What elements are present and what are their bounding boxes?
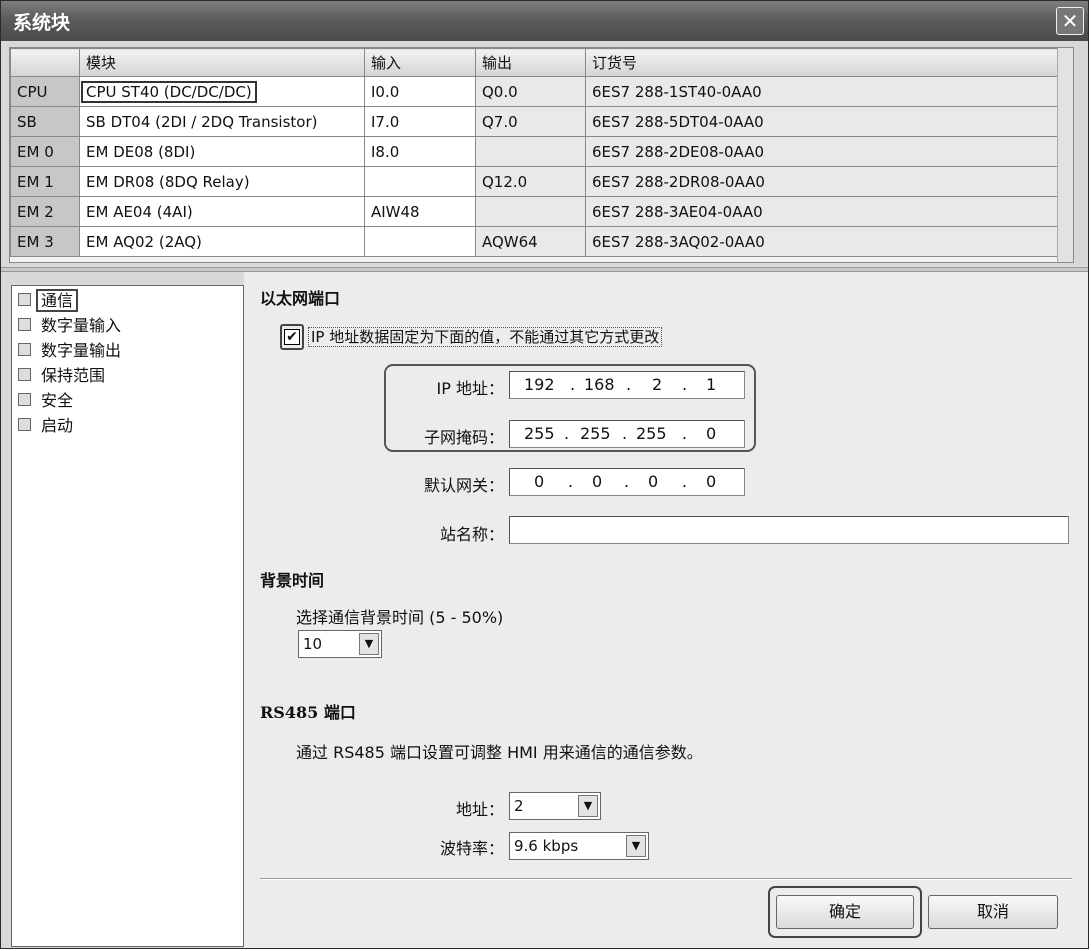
fixed-ip-checkbox-outline: ✔	[280, 324, 304, 350]
input-cell: AIW48	[364, 196, 476, 227]
chevron-down-icon[interactable]: ▼	[626, 835, 646, 857]
output-cell: Q7.0	[475, 106, 586, 137]
tree-check-icon	[18, 418, 31, 431]
chevron-down-icon[interactable]: ▼	[359, 633, 379, 655]
table-row[interactable]: CPU CPU ST40 (DC/DC/DC) I0.0 Q0.0 6ES7 2…	[10, 76, 1060, 107]
output-cell: AQW64	[475, 226, 586, 257]
title-bar[interactable]: 系统块 ✕	[1, 1, 1088, 41]
output-cell: Q0.0	[475, 76, 586, 107]
tree-check-icon	[18, 368, 31, 381]
input-cell: I0.0	[364, 76, 476, 107]
header-module: 模块	[79, 48, 365, 77]
output-cell	[475, 136, 586, 167]
rs485-section-title: RS485 端口	[260, 703, 356, 722]
ip-address-label: IP 地址：	[436, 379, 504, 398]
table-row[interactable]: SB SB DT04 (2DI / 2DQ Transistor) I7.0 Q…	[10, 106, 1060, 137]
input-cell: I7.0	[364, 106, 476, 137]
station-name-label: 站名称：	[439, 525, 504, 544]
input-cell	[364, 166, 476, 197]
tree-check-icon	[18, 343, 31, 356]
module-cell[interactable]: EM DR08 (8DQ Relay)	[79, 166, 365, 197]
table-row[interactable]: EM 2 EM AE04 (4AI) AIW48 6ES7 288-3AE04-…	[10, 196, 1060, 227]
slot-cell: CPU	[10, 76, 80, 107]
rs485-description: 通过 RS485 端口设置可调整 HMI 用来通信的通信参数。	[296, 743, 703, 762]
ok-button[interactable]: 确定	[776, 895, 914, 929]
fixed-ip-label: IP 地址数据固定为下面的值，不能通过其它方式更改	[308, 327, 663, 347]
module-selected[interactable]: CPU ST40 (DC/DC/DC)	[81, 80, 257, 103]
button-divider	[260, 878, 1072, 880]
slot-cell: EM 3	[10, 226, 80, 257]
order-cell: 6ES7 288-3AE04-0AA0	[585, 196, 1060, 227]
subnet-mask-input[interactable]: 255. 255. 255. 0	[509, 420, 745, 448]
table-scrollbar[interactable]	[1057, 48, 1073, 262]
baud-rate-label: 波特率：	[439, 839, 504, 858]
header-slot	[10, 48, 80, 77]
fixed-ip-checkbox[interactable]: ✔	[284, 328, 300, 345]
slot-cell: EM 0	[10, 136, 80, 167]
output-cell: Q12.0	[475, 166, 586, 197]
tree-check-icon	[18, 293, 31, 306]
default-gateway-input[interactable]: 0. 0. 0. 0	[509, 468, 745, 496]
tree-check-icon	[18, 318, 31, 331]
subnet-mask-label: 子网掩码：	[423, 428, 504, 447]
tree-check-icon	[18, 393, 31, 406]
module-table-area: 模块 输入 输出 订货号 CPU CPU ST40 (DC/DC/DC) I0.…	[9, 47, 1074, 263]
module-cell[interactable]: CPU ST40 (DC/DC/DC)	[79, 76, 365, 107]
table-header-row: 模块 输入 输出 订货号	[10, 48, 1060, 77]
background-time-label: 选择通信背景时间 (5 - 50%)	[296, 608, 504, 627]
table-row[interactable]: EM 3 EM AQ02 (2AQ) AQW64 6ES7 288-3AQ02-…	[10, 226, 1060, 257]
module-cell[interactable]: EM DE08 (8DI)	[79, 136, 365, 167]
header-input: 输入	[364, 48, 476, 77]
order-cell: 6ES7 288-2DE08-0AA0	[585, 136, 1060, 167]
tree-item-communication[interactable]: 通信	[18, 289, 79, 312]
table-row[interactable]: EM 1 EM DR08 (8DQ Relay) Q12.0 6ES7 288-…	[10, 166, 1060, 197]
fixed-ip-row[interactable]: ✔ IP 地址数据固定为下面的值，不能通过其它方式更改	[280, 324, 663, 350]
tree-item-startup[interactable]: 启动	[18, 415, 73, 437]
output-cell	[475, 196, 586, 227]
tree-item-digital-output[interactable]: 数字量输出	[18, 340, 121, 362]
slot-cell: EM 2	[10, 196, 80, 227]
rs485-address-select[interactable]: 2 ▼	[509, 792, 601, 820]
ip-address-input[interactable]: 192. 168. 2. 1	[509, 371, 745, 399]
rs485-address-label: 地址：	[455, 800, 504, 819]
module-cell[interactable]: SB DT04 (2DI / 2DQ Transistor)	[79, 106, 365, 137]
ethernet-section-title: 以太网端口	[260, 289, 341, 308]
slot-cell: SB	[10, 106, 80, 137]
tree-item-security[interactable]: 安全	[18, 390, 73, 412]
default-gateway-label: 默认网关：	[423, 476, 504, 495]
category-tree: 通信 数字量输入 数字量输出 保持范围 安全 启动	[11, 285, 244, 947]
header-order-number: 订货号	[585, 48, 1060, 77]
order-cell: 6ES7 288-2DR08-0AA0	[585, 166, 1060, 197]
module-cell[interactable]: EM AE04 (4AI)	[79, 196, 365, 227]
order-cell: 6ES7 288-3AQ02-0AA0	[585, 226, 1060, 257]
system-block-dialog: 系统块 ✕ 模块 输入 输出 订货号 CPU CPU ST40 (DC/DC/D…	[0, 0, 1089, 949]
header-output: 输出	[475, 48, 586, 77]
module-cell[interactable]: EM AQ02 (2AQ)	[79, 226, 365, 257]
tree-item-digital-input[interactable]: 数字量输入	[18, 315, 121, 337]
chevron-down-icon[interactable]: ▼	[578, 795, 598, 817]
close-icon[interactable]: ✕	[1056, 7, 1084, 35]
background-time-select[interactable]: 10 ▼	[298, 630, 382, 658]
input-cell: I8.0	[364, 136, 476, 167]
settings-panel: 以太网端口 ✔ IP 地址数据固定为下面的值，不能通过其它方式更改 IP 地址： …	[244, 272, 1088, 948]
baud-rate-select[interactable]: 9.6 kbps ▼	[509, 832, 649, 860]
order-cell: 6ES7 288-5DT04-0AA0	[585, 106, 1060, 137]
window-title: 系统块	[13, 12, 71, 34]
tree-item-retentive-range[interactable]: 保持范围	[18, 365, 105, 387]
module-table: 模块 输入 输出 订货号 CPU CPU ST40 (DC/DC/DC) I0.…	[10, 48, 1060, 257]
station-name-input[interactable]	[509, 516, 1069, 544]
slot-cell: EM 1	[10, 166, 80, 197]
cancel-button[interactable]: 取消	[928, 895, 1058, 929]
table-row[interactable]: EM 0 EM DE08 (8DI) I8.0 6ES7 288-2DE08-0…	[10, 136, 1060, 167]
input-cell	[364, 226, 476, 257]
order-cell: 6ES7 288-1ST40-0AA0	[585, 76, 1060, 107]
background-time-section-title: 背景时间	[260, 571, 325, 590]
